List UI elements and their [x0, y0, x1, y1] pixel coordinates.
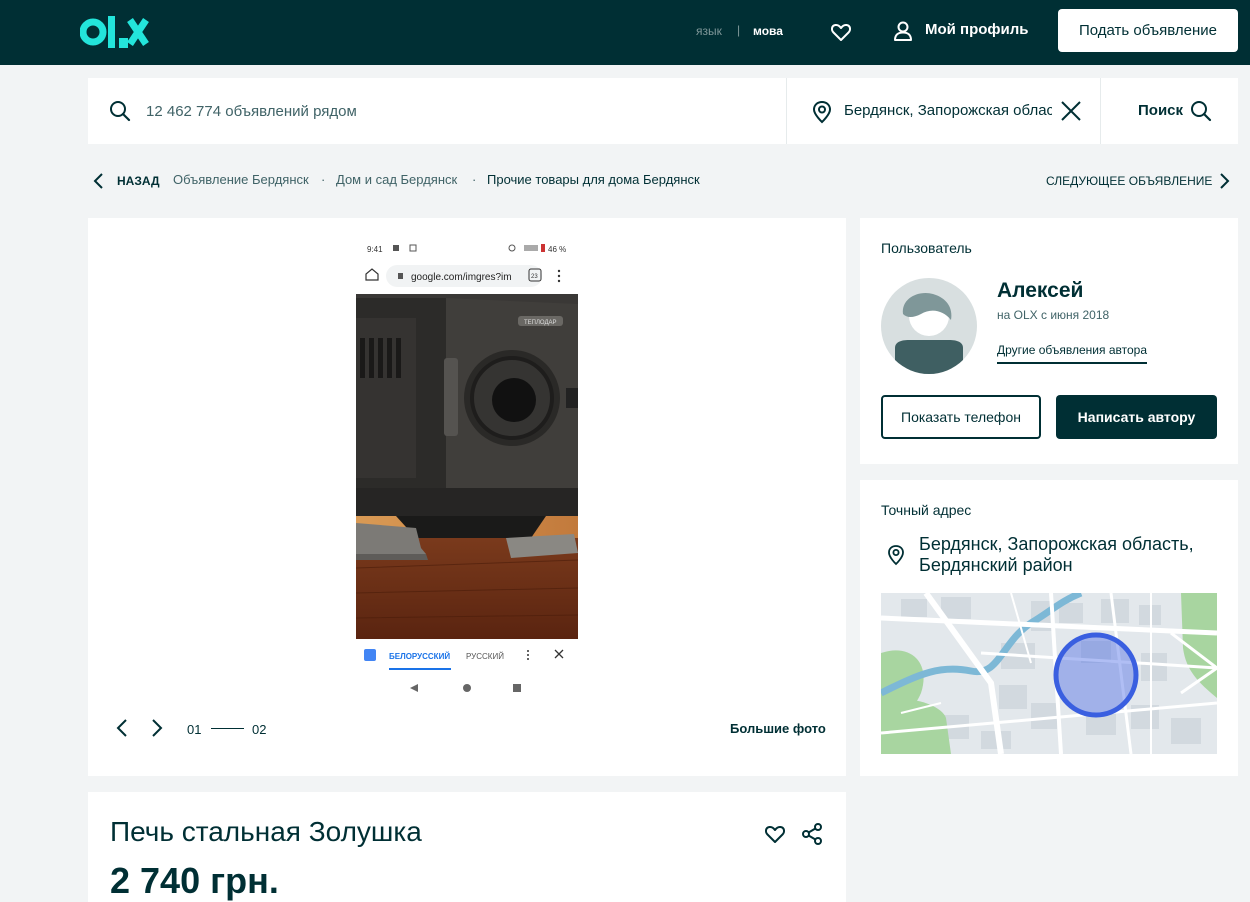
- gallery-next-icon[interactable]: [149, 718, 165, 738]
- ad-title: Печь стальная Золушка: [110, 816, 422, 847]
- phone-time: 9:41: [367, 245, 383, 254]
- top-header: язык | мова Мой профиль Подать объявлени…: [0, 0, 1250, 65]
- ad-price: 2 740 грн.: [110, 860, 279, 901]
- gallery-progress-line: [211, 728, 244, 729]
- search-divider: [786, 78, 787, 144]
- user-icon[interactable]: [891, 19, 915, 43]
- search-icon: [110, 101, 131, 122]
- user-avatar: [881, 278, 977, 374]
- post-ad-button[interactable]: Подать объявление: [1058, 9, 1238, 52]
- location-input[interactable]: Бердянск, Запорожская область: [844, 102, 1052, 119]
- address-card: Точный адрес Бердянск, Запорожская облас…: [860, 480, 1238, 776]
- gallery-current-index: 01: [187, 722, 202, 737]
- back-link[interactable]: НАЗАД: [117, 174, 160, 188]
- language-separator: |: [737, 23, 741, 37]
- search-input[interactable]: [146, 98, 766, 124]
- gallery-prev-icon[interactable]: [114, 718, 130, 738]
- other-ads-link[interactable]: Другие объявления автора: [997, 343, 1148, 364]
- breadcrumb-item-current[interactable]: Прочие товары для дома Бердянск: [487, 172, 700, 187]
- my-profile-link[interactable]: Мой профиль: [925, 21, 1029, 38]
- user-name: Алексей: [997, 279, 1084, 302]
- write-author-button[interactable]: Написать автору: [1056, 395, 1217, 439]
- next-ad-link[interactable]: СЛЕДУЮЩЕЕ ОБЪЯВЛЕНИЕ: [1046, 174, 1212, 188]
- breadcrumb-separator: ·: [472, 172, 477, 187]
- ad-title-card: Печь стальная Золушка 2 740 грн.: [88, 792, 846, 902]
- search-button[interactable]: Поиск: [1138, 102, 1183, 119]
- breadcrumb-item[interactable]: Объявление Бердянск: [173, 172, 309, 187]
- share-icon[interactable]: [801, 822, 823, 846]
- phone-url: google.com/imgres?im: [411, 272, 512, 283]
- translate-lang-active: БЕЛОРУССКИЙ: [389, 652, 450, 661]
- chevron-left-icon[interactable]: [92, 172, 104, 190]
- clear-location-icon[interactable]: [1060, 100, 1082, 122]
- olx-logo[interactable]: [80, 13, 150, 51]
- language-ru-link[interactable]: язык: [696, 24, 722, 38]
- address-line-1: Бердянск, Запорожская область,: [919, 534, 1194, 554]
- chevron-right-icon[interactable]: [1219, 172, 1231, 190]
- user-since: на OLX с июня 2018: [997, 308, 1110, 322]
- gallery-total-count: 02: [252, 722, 267, 737]
- search-bar: Бердянск, Запорожская область Поиск: [88, 78, 1238, 144]
- ad-photo[interactable]: 9:41 46 % google.com/imgres?im 23 ТЕПЛОД…: [356, 238, 578, 700]
- location-pin-icon: [812, 100, 832, 124]
- search-divider: [1100, 78, 1101, 144]
- search-button-icon[interactable]: [1190, 99, 1212, 123]
- phone-tabs-count: 23: [531, 274, 538, 280]
- user-section-label: Пользователь: [881, 240, 972, 256]
- location-pin-icon: [888, 545, 904, 566]
- breadcrumb-separator: ·: [321, 172, 326, 187]
- big-photos-link[interactable]: Большие фото: [730, 721, 826, 736]
- photo-gallery: 9:41 46 % google.com/imgres?im 23 ТЕПЛОД…: [88, 218, 846, 776]
- seller-card: Пользователь Алексей на OLX с июня 2018 …: [860, 218, 1238, 464]
- add-to-favorites-heart-icon[interactable]: [763, 822, 787, 846]
- phone-battery: 46 %: [548, 245, 566, 254]
- translate-lang-other: РУССКИЙ: [466, 652, 504, 661]
- stove-brand-plate: ТЕПЛОДАР: [524, 320, 557, 326]
- language-ua-link[interactable]: мова: [753, 24, 783, 38]
- address-line-2: Бердянский район: [919, 555, 1073, 575]
- breadcrumb-item[interactable]: Дом и сад Бердянск: [336, 172, 457, 187]
- favorites-heart-icon[interactable]: [829, 20, 853, 44]
- show-phone-button[interactable]: Показать телефон: [881, 395, 1041, 439]
- address-section-label: Точный адрес: [881, 502, 972, 518]
- location-map[interactable]: [881, 593, 1217, 754]
- address-text: Бердянск, Запорожская область, Бердянски…: [919, 534, 1219, 576]
